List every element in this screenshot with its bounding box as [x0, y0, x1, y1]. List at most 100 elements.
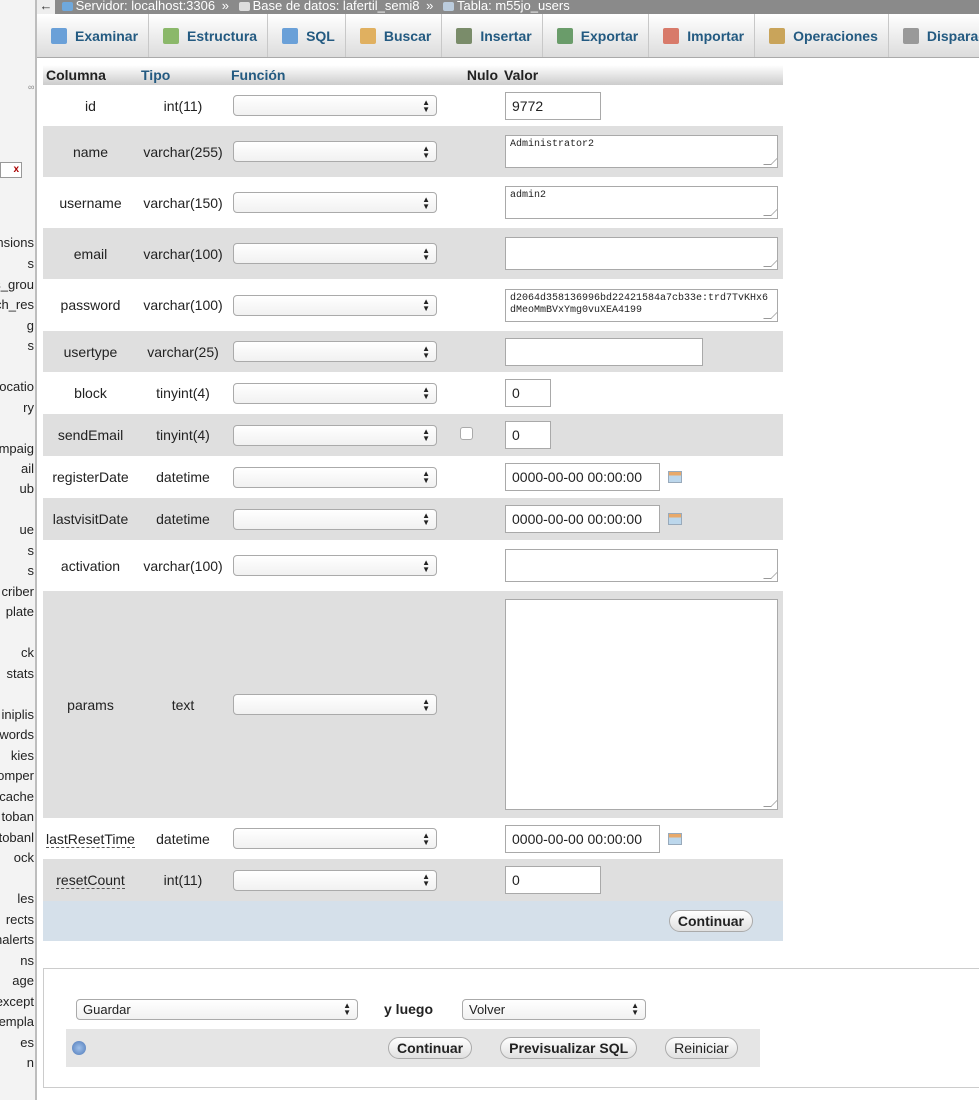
function-select[interactable]: ▲ ▼ [233, 341, 437, 362]
calendar-icon[interactable] [668, 832, 682, 845]
nav-table-item[interactable]: es [20, 1035, 34, 1050]
value-textarea[interactable] [505, 549, 778, 582]
value-input[interactable] [505, 337, 703, 366]
nav-table-item[interactable]: kies [11, 748, 34, 763]
link-icon[interactable]: ∞ [28, 82, 34, 92]
nav-table-item[interactable]: stats [7, 666, 34, 681]
datetime-input[interactable]: 0000-00-00 00:00:00 [505, 463, 660, 491]
nav-table-item[interactable]: ck [21, 645, 34, 660]
select-arrows-icon: ▲ ▼ [422, 245, 430, 262]
nav-table-item[interactable]: tobanl [0, 830, 34, 845]
params-textarea[interactable] [505, 599, 778, 810]
function-select[interactable]: ▲ ▼ [233, 141, 437, 162]
function-select[interactable]: ▲ ▼ [233, 424, 437, 446]
tab-3[interactable]: Buscar [346, 14, 443, 57]
nav-table-item[interactable]: s [28, 338, 35, 353]
function-select[interactable]: ▲ ▼ [233, 869, 437, 891]
header-funcion: Función [228, 65, 446, 85]
value-textarea[interactable]: Administrator2 [505, 135, 778, 168]
nav-table-item[interactable]: n [27, 1055, 34, 1070]
column-type: int(11) [138, 859, 228, 901]
nav-table-item[interactable]: s [28, 543, 35, 558]
tab-7[interactable]: Operaciones [755, 14, 889, 57]
value-textarea[interactable]: d2064d358136996bd22421584a7cb33e:trd7TvK… [505, 288, 778, 322]
nav-table-item[interactable]: nsions [0, 235, 34, 250]
nav-table-item[interactable]: ry [23, 400, 34, 415]
function-select[interactable]: ▲ ▼ [233, 95, 437, 116]
action-select[interactable]: Guardar ▲ ▼ [76, 998, 358, 1020]
breadcrumb-table[interactable]: Tabla: m55jo_users [457, 0, 570, 13]
nav-table-item[interactable]: ue [20, 522, 34, 537]
calendar-icon[interactable] [668, 471, 682, 483]
select-arrows-icon: ▲ ▼ [422, 385, 430, 401]
nav-table-item[interactable]: ock [14, 850, 34, 865]
function-select[interactable]: ▲ ▼ [233, 294, 437, 316]
nav-table-item[interactable]: criber [1, 584, 34, 599]
tab-0[interactable]: Examinar [37, 14, 150, 57]
value-input[interactable]: 9772 [505, 91, 601, 120]
tab-6[interactable]: Importar [649, 14, 756, 57]
function-select[interactable]: ▲ ▼ [233, 243, 437, 264]
value-input[interactable]: 0 [505, 866, 601, 894]
tab-8[interactable]: Disparadores [889, 14, 979, 57]
field-row-lastResetTime: lastResetTime datetime ▲ ▼ 0000-00-00 00:00:… [43, 818, 783, 859]
nav-table-item[interactable]: nalerts [0, 932, 34, 947]
triggers-icon [902, 27, 919, 44]
value-input[interactable]: 0 [505, 421, 551, 449]
nav-table-item[interactable]: rects [6, 912, 34, 927]
tab-2[interactable]: SQL [268, 14, 346, 57]
function-select[interactable]: ▲ ▼ [233, 555, 437, 576]
calendar-icon[interactable] [668, 513, 682, 525]
function-select[interactable]: ▲ ▼ [233, 828, 437, 849]
nav-table-item[interactable]: empla [0, 1014, 34, 1029]
nav-table-item[interactable]: ocatio [0, 379, 34, 394]
tab-1[interactable]: Estructura [149, 14, 269, 57]
bottom-continue-button[interactable]: Continuar [388, 1037, 473, 1059]
value-textarea[interactable] [505, 237, 778, 270]
nav-table-item[interactable]: s_grou [0, 277, 34, 292]
column-type: tinyint(4) [138, 414, 228, 456]
tab-5[interactable]: Exportar [543, 14, 650, 57]
select-arrows-icon: ▲ ▼ [422, 696, 430, 713]
nav-table-item[interactable]: ampaig [0, 441, 34, 456]
nav-table-item[interactable]: ub [20, 481, 34, 496]
function-select[interactable]: ▲ ▼ [233, 694, 437, 715]
nav-table-item[interactable]: g [27, 318, 34, 333]
select-arrows-icon: ▲ ▼ [422, 427, 430, 443]
continue-button[interactable]: Continuar [668, 910, 753, 932]
nav-table-item[interactable]: except [0, 994, 34, 1009]
value-textarea[interactable]: admin2 [505, 186, 778, 219]
tab-4[interactable]: Insertar [442, 14, 543, 57]
after-insert-select[interactable]: Volver ▲ ▼ [462, 998, 646, 1020]
preview-sql-button[interactable]: Previsualizar SQL [500, 1037, 638, 1059]
nav-table-item[interactable]: cache [0, 789, 34, 804]
nav-table-item[interactable]: les [17, 891, 34, 906]
field-row-lastvisitDate: lastvisitDate datetime ▲ ▼ 0000-00-00 00:00:… [43, 498, 783, 540]
function-select[interactable]: ▲ ▼ [233, 508, 437, 530]
nav-table-item[interactable]: age [12, 973, 34, 988]
value-input[interactable]: 0 [505, 379, 551, 407]
function-select[interactable]: ▲ ▼ [233, 192, 437, 213]
breadcrumb-database[interactable]: Base de datos: lafertil_semi8 [253, 0, 420, 13]
nav-table-item[interactable]: ns [20, 953, 34, 968]
breadcrumb-server[interactable]: Servidor: localhost:3306 [76, 0, 215, 13]
function-select[interactable]: ▲ ▼ [233, 382, 437, 404]
help-icon[interactable] [72, 1041, 86, 1055]
nav-table-item[interactable]: ch_res [0, 297, 34, 312]
clear-filter-button[interactable]: x [0, 162, 22, 178]
nav-table-item[interactable]: s [28, 563, 35, 578]
nav-table-item[interactable]: toban [1, 809, 34, 824]
null-checkbox[interactable] [460, 427, 473, 440]
function-select[interactable]: ▲ ▼ [233, 466, 437, 488]
datetime-input[interactable]: 0000-00-00 00:00:00 [505, 824, 660, 853]
server-icon [61, 2, 73, 12]
nav-table-item[interactable]: words [0, 727, 34, 742]
nav-table-item[interactable]: iniplis [1, 707, 34, 722]
nav-table-item[interactable]: plate [6, 604, 34, 619]
nav-table-item[interactable]: ail [21, 461, 34, 476]
nav-table-item[interactable]: omper [0, 768, 34, 783]
back-arrow-icon[interactable]: ← [37, 0, 55, 14]
reset-button[interactable]: Reiniciar [665, 1037, 738, 1059]
nav-table-item[interactable]: s [28, 256, 35, 271]
datetime-input[interactable]: 0000-00-00 00:00:00 [505, 505, 660, 533]
